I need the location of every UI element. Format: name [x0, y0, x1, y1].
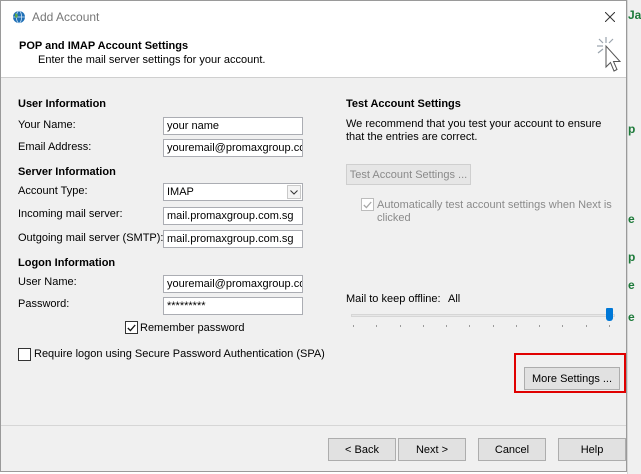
- slider-tick: [422, 325, 424, 327]
- slider-tick: [609, 325, 610, 327]
- password-field[interactable]: *********: [163, 297, 303, 315]
- outlook-globe-icon: [12, 10, 26, 24]
- close-button[interactable]: [594, 1, 626, 32]
- slider-tick: [562, 325, 564, 327]
- header-title: POP and IMAP Account Settings: [19, 40, 189, 52]
- spa-label: Require logon using Secure Password Auth…: [34, 348, 325, 360]
- back-button[interactable]: < Back: [328, 438, 396, 461]
- email-address-field[interactable]: youremail@promaxgroup.com: [163, 139, 303, 157]
- background-text: e: [628, 212, 635, 226]
- account-type-label: Account Type:: [18, 185, 88, 197]
- user-name-field[interactable]: youremail@promaxgroup.com: [163, 275, 303, 293]
- slider-tick: [515, 325, 517, 327]
- next-button[interactable]: Next >: [398, 438, 466, 461]
- close-icon: [605, 11, 615, 22]
- mail-offline-slider-track[interactable]: [351, 314, 615, 317]
- mail-offline-label: Mail to keep offline:: [346, 293, 441, 305]
- background-text: p: [628, 122, 636, 136]
- your-name-label: Your Name:: [18, 119, 76, 131]
- outgoing-server-label: Outgoing mail server (SMTP):: [18, 232, 164, 244]
- test-settings-heading: Test Account Settings: [346, 98, 461, 110]
- incoming-server-label: Incoming mail server:: [18, 208, 123, 220]
- test-account-settings-button[interactable]: Test Account Settings ...: [346, 164, 471, 185]
- background-text: e: [628, 310, 635, 324]
- header-subtitle: Enter the mail server settings for your …: [38, 54, 266, 66]
- password-label: Password:: [18, 298, 70, 310]
- outgoing-server-field[interactable]: mail.promaxgroup.com.sg: [163, 230, 303, 248]
- background-text: p: [628, 250, 636, 264]
- cancel-button[interactable]: Cancel: [478, 438, 546, 461]
- footer-divider: [1, 425, 626, 426]
- auto-test-checkbox[interactable]: [361, 198, 374, 211]
- slider-tick: [492, 325, 494, 327]
- spa-checkbox[interactable]: [18, 348, 31, 361]
- your-name-field[interactable]: your name: [163, 117, 303, 135]
- slider-tick: [585, 325, 587, 327]
- highlight-box: [514, 353, 626, 393]
- account-type-value: IMAP: [167, 186, 194, 198]
- incoming-server-field[interactable]: mail.promaxgroup.com.sg: [163, 207, 303, 225]
- logon-information-heading: Logon Information: [18, 257, 116, 269]
- background-text: e: [628, 278, 635, 292]
- user-information-heading: User Information: [18, 98, 107, 110]
- server-information-heading: Server Information: [18, 166, 116, 178]
- help-button[interactable]: Help: [558, 438, 626, 461]
- test-settings-description: We recommend that you test your account …: [346, 118, 602, 143]
- chevron-down-icon: [287, 185, 301, 199]
- mail-offline-slider-thumb[interactable]: [606, 308, 613, 321]
- slider-tick: [399, 325, 401, 327]
- remember-password-label: Remember password: [140, 322, 245, 334]
- checkmark-icon: [127, 324, 136, 332]
- account-type-select[interactable]: IMAP: [163, 183, 303, 201]
- background-text: Ja: [628, 8, 641, 22]
- slider-tick: [446, 325, 448, 327]
- window-title: Add Account: [32, 10, 100, 24]
- auto-test-label: Automatically test account settings when…: [377, 199, 612, 224]
- title-bar: Add Account: [1, 1, 626, 32]
- checkmark-icon: [363, 201, 372, 209]
- add-account-dialog: Add Account POP and IMAP Account Setting…: [0, 0, 627, 472]
- background-window: [627, 0, 641, 474]
- email-address-label: Email Address:: [18, 141, 92, 153]
- user-name-label: User Name:: [18, 276, 77, 288]
- mail-offline-value: All: [448, 293, 461, 305]
- slider-tick: [353, 325, 354, 327]
- cursor-click-icon: [597, 37, 622, 72]
- dialog-header: POP and IMAP Account Settings Enter the …: [1, 32, 626, 78]
- remember-password-checkbox[interactable]: [125, 321, 138, 334]
- slider-tick: [469, 325, 471, 327]
- slider-tick: [376, 325, 378, 327]
- slider-tick: [539, 325, 541, 327]
